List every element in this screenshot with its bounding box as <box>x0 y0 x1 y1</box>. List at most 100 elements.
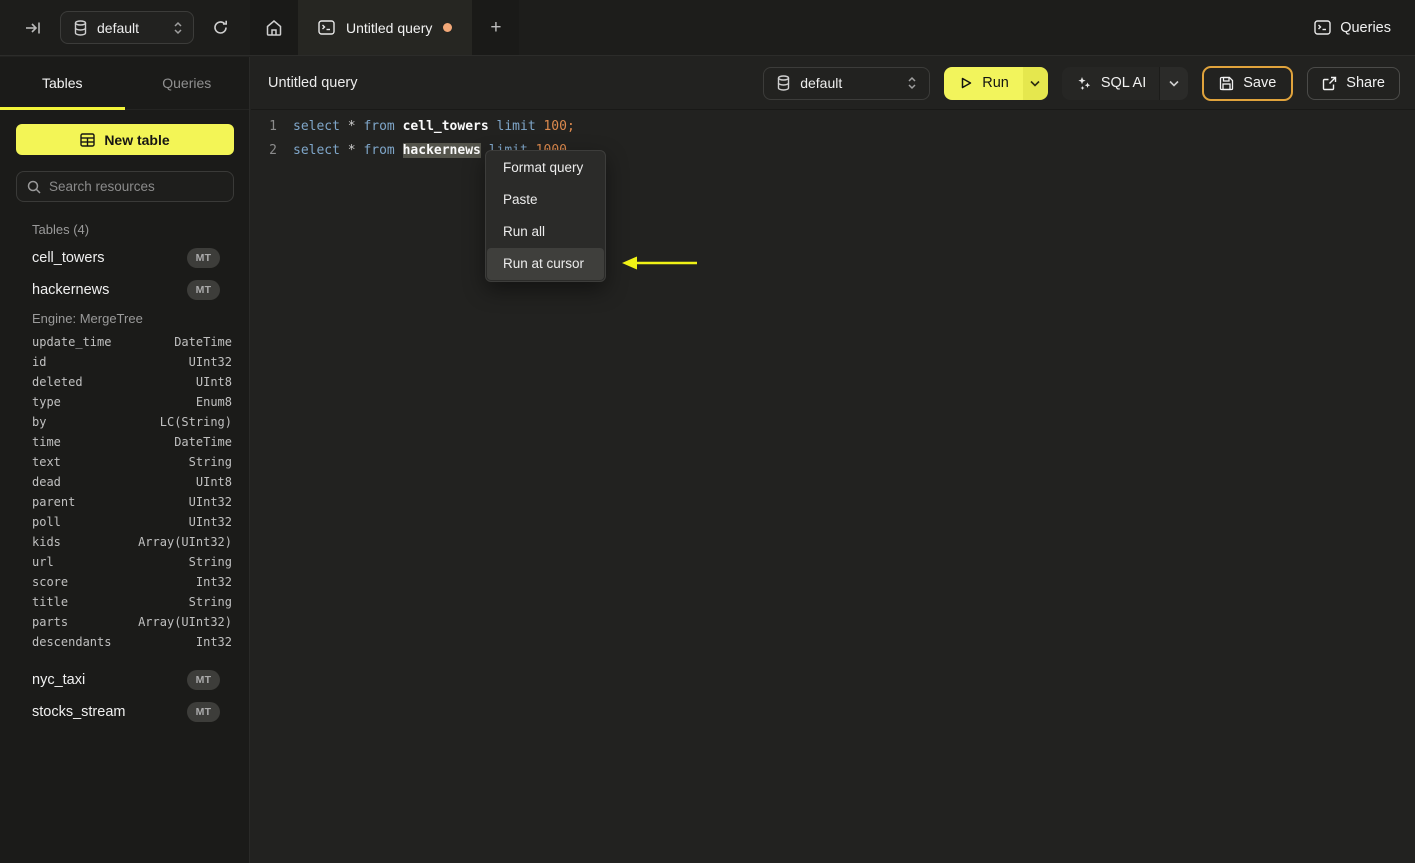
column-row-url: url String <box>0 552 249 572</box>
column-type: Int32 <box>195 635 232 649</box>
toolbar-database-selector[interactable]: default <box>763 66 931 100</box>
column-name: dead <box>32 475 61 489</box>
tab-title: Untitled query <box>346 19 433 36</box>
engine-badge: MT <box>187 670 220 690</box>
search-box <box>16 171 234 202</box>
tables-list: cell_towers MT hackernews MT Engine: MergeTr… <box>0 242 249 728</box>
column-row-descendants: descendants Int32 <box>0 632 249 652</box>
code-token: from <box>363 143 395 158</box>
column-row-poll: poll UInt32 <box>0 512 249 532</box>
column-name: update_time <box>32 335 112 349</box>
toolbar-controls: default Run SQL AI Save Share <box>763 65 1400 101</box>
column-name: parts <box>32 615 69 629</box>
column-row-text: text String <box>0 452 249 472</box>
new-table-button[interactable]: New table <box>16 124 234 155</box>
column-name: url <box>32 555 54 569</box>
table-row-cell_towers[interactable]: cell_towers MT <box>0 242 249 274</box>
run-split-button: Run <box>944 66 1048 100</box>
column-name: score <box>32 575 69 589</box>
column-row-kids: kids Array(UInt32) <box>0 532 249 552</box>
column-row-time: time DateTime <box>0 432 249 452</box>
code-token: hackernews <box>402 143 481 158</box>
table-name: nyc_taxi <box>32 672 86 688</box>
database-icon <box>73 19 88 36</box>
engine-badge: MT <box>187 248 220 268</box>
column-type: String <box>188 455 232 469</box>
code-line: 1 select * from cell_towers limit 100; <box>251 115 1415 139</box>
column-name: poll <box>32 515 61 529</box>
menu-item-paste[interactable]: Paste <box>487 184 604 216</box>
column-type: String <box>188 595 232 609</box>
column-type: UInt32 <box>188 355 232 369</box>
column-row-id: id UInt32 <box>0 352 249 372</box>
sql-editor[interactable]: 1 select * from cell_towers limit 100; 2 se… <box>251 110 1415 163</box>
table-row-nyc_taxi[interactable]: nyc_taxi MT <box>0 664 249 696</box>
code-token: from <box>363 119 395 134</box>
share-button[interactable]: Share <box>1307 66 1400 100</box>
queries-button-label: Queries <box>1340 19 1391 36</box>
code-token: limit <box>496 119 536 134</box>
query-title: Untitled query <box>268 75 358 91</box>
column-type: Int32 <box>195 575 232 589</box>
sql-ai-button[interactable]: SQL AI <box>1061 66 1160 100</box>
code-token: * <box>347 143 356 158</box>
line-number: 2 <box>269 143 277 158</box>
search-input[interactable] <box>49 179 226 194</box>
column-type: Enum8 <box>195 395 232 409</box>
run-button[interactable]: Run <box>944 66 1023 100</box>
column-name: kids <box>32 535 61 549</box>
code-token: * <box>347 119 356 134</box>
run-button-label: Run <box>982 75 1009 91</box>
column-type: Array(UInt32) <box>138 615 232 629</box>
column-name: type <box>32 395 61 409</box>
code-lines: 1 select * from cell_towers limit 100; 2 se… <box>251 115 1415 163</box>
terminal-icon <box>318 20 335 35</box>
menu-item-format-query[interactable]: Format query <box>487 152 604 184</box>
chevron-down-icon <box>1030 80 1040 87</box>
run-options-button[interactable] <box>1022 66 1048 100</box>
save-button[interactable]: Save <box>1202 65 1294 101</box>
sidebar-tab-tables[interactable]: Tables <box>0 57 125 110</box>
queries-button[interactable]: Queries <box>1314 11 1391 44</box>
column-type: DateTime <box>174 435 232 449</box>
column-name: time <box>32 435 61 449</box>
column-name: by <box>32 415 47 429</box>
code-token: select <box>293 143 340 158</box>
main-area: Untitled query default Run SQL AI Save S… <box>251 57 1415 863</box>
refresh-button[interactable] <box>208 15 233 40</box>
chevron-updown-icon <box>907 76 917 90</box>
new-tab-button[interactable]: + <box>472 0 520 55</box>
column-row-score: score Int32 <box>0 572 249 592</box>
code-token: 100; <box>543 119 575 134</box>
save-floppy-icon <box>1219 76 1234 91</box>
engine-badge: MT <box>187 702 220 722</box>
column-row-parts: parts Array(UInt32) <box>0 612 249 632</box>
column-row-update_time: update_time DateTime <box>0 332 249 352</box>
column-row-type: type Enum8 <box>0 392 249 412</box>
external-link-icon <box>1322 76 1337 91</box>
home-tab-button[interactable] <box>250 0 298 55</box>
column-row-parent: parent UInt32 <box>0 492 249 512</box>
table-row-hackernews[interactable]: hackernews MT <box>0 274 249 306</box>
save-button-label: Save <box>1243 75 1277 91</box>
database-icon <box>776 75 791 91</box>
sql-ai-options-button[interactable] <box>1159 66 1189 100</box>
arrow-to-bar-icon <box>24 19 42 37</box>
table-row-stocks_stream[interactable]: stocks_stream MT <box>0 696 249 728</box>
context-menu: Format query Paste Run all Run at cursor <box>485 150 606 282</box>
sidebar-tab-queries[interactable]: Queries <box>125 57 250 109</box>
code-token: select <box>293 119 340 134</box>
column-row-by: by LC(String) <box>0 412 249 432</box>
topbar-database-selector[interactable]: default <box>60 11 194 44</box>
collapse-sidebar-button[interactable] <box>20 15 46 41</box>
queries-terminal-icon <box>1314 20 1331 35</box>
tab-untitled-query[interactable]: Untitled query <box>298 0 473 55</box>
tab-strip: Untitled query + <box>250 0 520 55</box>
chevron-down-icon <box>1169 80 1179 87</box>
refresh-icon <box>212 19 229 36</box>
sparkles-icon <box>1076 75 1092 91</box>
menu-item-run-all[interactable]: Run all <box>487 216 604 248</box>
menu-item-run-at-cursor[interactable]: Run at cursor <box>487 248 604 280</box>
query-toolbar: Untitled query default Run SQL AI Save S… <box>251 57 1415 110</box>
